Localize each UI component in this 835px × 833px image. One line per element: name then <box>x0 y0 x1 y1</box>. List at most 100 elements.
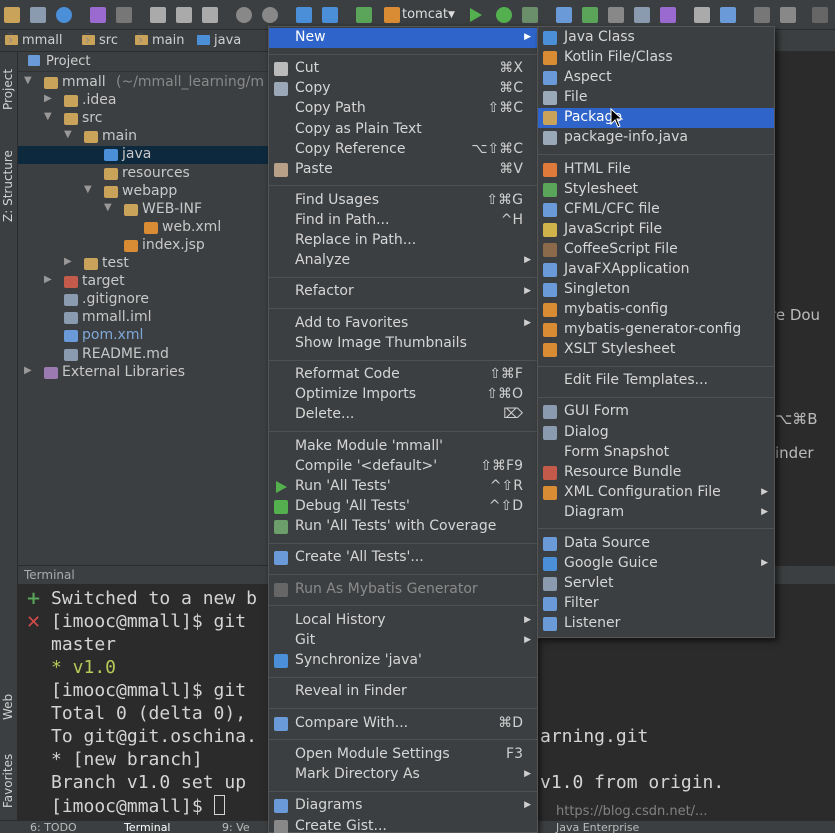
menu-item-paste[interactable]: Paste ⌘V <box>269 160 537 180</box>
menu-item-new[interactable]: New ▶ <box>269 28 537 48</box>
chevron-down-icon[interactable]: ▼ <box>104 202 112 213</box>
tree-item[interactable]: index.jsp <box>18 237 270 255</box>
tree-item[interactable]: java <box>18 146 270 165</box>
settings-icon[interactable] <box>694 7 710 23</box>
menu-item-servlet[interactable]: Servlet <box>538 574 774 594</box>
menu-item-copy[interactable]: Copy ⌘C <box>269 79 537 99</box>
debug-icon[interactable] <box>496 7 512 23</box>
menu-item-diagrams[interactable]: Diagrams ▶ <box>269 796 537 816</box>
menu-item-reformat-code[interactable]: Reformat Code ⇧⌘F <box>269 365 537 385</box>
android-icon[interactable] <box>780 7 796 23</box>
menu-item-file[interactable]: File <box>538 88 774 108</box>
tree-item[interactable]: ▼ mmall (~/mmall_learning/m <box>18 74 270 92</box>
menu-item-java-class[interactable]: Java Class <box>538 28 774 48</box>
menu-item-find-usages[interactable]: Find Usages ⇧⌘G <box>269 191 537 211</box>
tab-favorites[interactable]: Favorites <box>1 742 17 808</box>
menu-item-run-all-tests[interactable]: Run 'All Tests' ^⇧R <box>269 477 537 497</box>
download-icon[interactable] <box>754 7 770 23</box>
menu-item-form-snapshot[interactable]: Form Snapshot <box>538 443 774 463</box>
menu-item-compare-with[interactable]: Compare With... ⌘D <box>269 714 537 734</box>
vcs-commit-icon[interactable] <box>582 7 598 23</box>
menu-item-compile-default[interactable]: Compile '<default>' ⇧⌘F9 <box>269 457 537 477</box>
menu-item-diagram[interactable]: Diagram ▶ <box>538 503 774 523</box>
vcs-compare-icon[interactable] <box>634 7 650 23</box>
tree-item[interactable]: web.xml <box>18 219 270 237</box>
chevron-down-icon[interactable]: ▼ <box>24 75 32 86</box>
menu-item-copy-path[interactable]: Copy Path ⇧⌘C <box>269 99 537 119</box>
breadcrumb-item[interactable]: main› <box>135 33 184 48</box>
tree-item[interactable]: pom.xml <box>18 327 270 345</box>
tree-item[interactable]: ▶ target <box>18 273 270 291</box>
menu-item-debug-all-tests[interactable]: Debug 'All Tests' ^⇧D <box>269 497 537 517</box>
chevron-right-icon[interactable]: ▶ <box>44 274 52 285</box>
menu-item-gui-form[interactable]: GUI Form <box>538 402 774 422</box>
menu-item-find-in-path[interactable]: Find in Path... ^H <box>269 211 537 231</box>
breadcrumb-item[interactable]: src› <box>82 33 118 48</box>
chevron-down-icon[interactable]: ▼ <box>448 10 455 20</box>
menu-item-filter[interactable]: Filter <box>538 594 774 614</box>
tree-item[interactable]: .gitignore <box>18 291 270 309</box>
revert-icon[interactable] <box>660 7 676 23</box>
menu-item-make-module-mmall[interactable]: Make Module 'mmall' <box>269 437 537 457</box>
menu-item-edit-file-templates[interactable]: Edit File Templates... <box>538 371 774 391</box>
chevron-right-icon[interactable]: ▶ <box>44 93 52 104</box>
copy-icon[interactable] <box>176 7 192 23</box>
chevron-down-icon[interactable]: ▼ <box>44 111 52 122</box>
tree-item[interactable]: ▼ WEB-INF <box>18 201 270 219</box>
menu-item-refactor[interactable]: Refactor ▶ <box>269 282 537 302</box>
tree-item[interactable]: ▶ External Libraries <box>18 364 270 382</box>
menu-item-singleton[interactable]: Singleton <box>538 280 774 300</box>
menu-item-resource-bundle[interactable]: Resource Bundle <box>538 463 774 483</box>
menu-item-aspect[interactable]: Aspect <box>538 68 774 88</box>
menu-item-xml-configuration-file[interactable]: XML Configuration File ▶ <box>538 483 774 503</box>
menu-item-local-history[interactable]: Local History ▶ <box>269 611 537 631</box>
vcs-update-icon[interactable] <box>556 7 572 23</box>
menu-item-mybatis-config[interactable]: mybatis-config <box>538 300 774 320</box>
run-config-select[interactable]: tomcat <box>402 7 448 22</box>
tree-item[interactable]: ▼ webapp <box>18 183 270 201</box>
tree-item[interactable]: mmall.iml <box>18 309 270 327</box>
menu-item-optimize-imports[interactable]: Optimize Imports ⇧⌘O <box>269 385 537 405</box>
menu-item-replace-in-path[interactable]: Replace in Path... <box>269 231 537 251</box>
help-icon[interactable] <box>812 7 828 23</box>
find-icon[interactable] <box>236 7 252 23</box>
menu-item-html-file[interactable]: HTML File <box>538 160 774 180</box>
tree-item[interactable]: ▼ src <box>18 110 270 128</box>
tab-terminal[interactable]: Terminal <box>124 821 171 833</box>
menu-item-javascript-file[interactable]: JavaScript File <box>538 220 774 240</box>
breadcrumb-item[interactable]: java <box>197 33 241 48</box>
run-icon[interactable] <box>470 8 482 22</box>
menu-item-mark-directory-as[interactable]: Mark Directory As ▶ <box>269 765 537 785</box>
menu-item-copy-as-plain-text[interactable]: Copy as Plain Text <box>269 120 537 140</box>
tree-item[interactable]: ▶ .idea <box>18 92 270 110</box>
menu-item-coffeescript-file[interactable]: CoffeeScript File <box>538 240 774 260</box>
tab-java-enterprise[interactable]: Java Enterprise <box>556 821 639 833</box>
menu-item-add-to-favorites[interactable]: Add to Favorites ▶ <box>269 314 537 334</box>
menu-item-data-source[interactable]: Data Source <box>538 534 774 554</box>
replace-icon[interactable] <box>262 7 278 23</box>
breadcrumb-item[interactable]: mmall› <box>5 33 63 48</box>
project-panel-title[interactable]: Project <box>46 54 90 69</box>
menu-item-copy-reference[interactable]: Copy Reference ⌥⇧⌘C <box>269 140 537 160</box>
chevron-down-icon[interactable]: ▼ <box>84 184 92 195</box>
menu-item-mybatis-generator-config[interactable]: mybatis-generator-config <box>538 320 774 340</box>
menu-item-synchronize-java[interactable]: Synchronize 'java' <box>269 651 537 671</box>
cut-icon[interactable] <box>150 7 166 23</box>
back-icon[interactable] <box>296 7 312 23</box>
vcs-history-icon[interactable] <box>608 7 624 23</box>
menu-item-cfml-cfc-file[interactable]: CFML/CFC file <box>538 200 774 220</box>
coverage-icon[interactable] <box>522 7 538 23</box>
menu-item-create-all-tests[interactable]: Create 'All Tests'... <box>269 548 537 568</box>
new-session-icon[interactable]: + <box>26 588 41 609</box>
tab-version-control[interactable]: 9: Ve <box>222 821 250 833</box>
chevron-right-icon[interactable]: ▶ <box>64 256 72 267</box>
menu-item-kotlin-file-class[interactable]: Kotlin File/Class <box>538 48 774 68</box>
build-icon[interactable] <box>356 7 372 23</box>
menu-item-package-info-java[interactable]: package-info.java <box>538 128 774 148</box>
tree-item[interactable]: ▼ main <box>18 128 270 146</box>
tree-item[interactable]: README.md <box>18 346 270 364</box>
menu-item-package[interactable]: Package <box>538 108 774 129</box>
tab-web[interactable]: Web <box>1 680 17 720</box>
menu-item-run-all-tests-with-coverage[interactable]: Run 'All Tests' with Coverage <box>269 517 537 537</box>
menu-item-cut[interactable]: Cut ⌘X <box>269 59 537 79</box>
